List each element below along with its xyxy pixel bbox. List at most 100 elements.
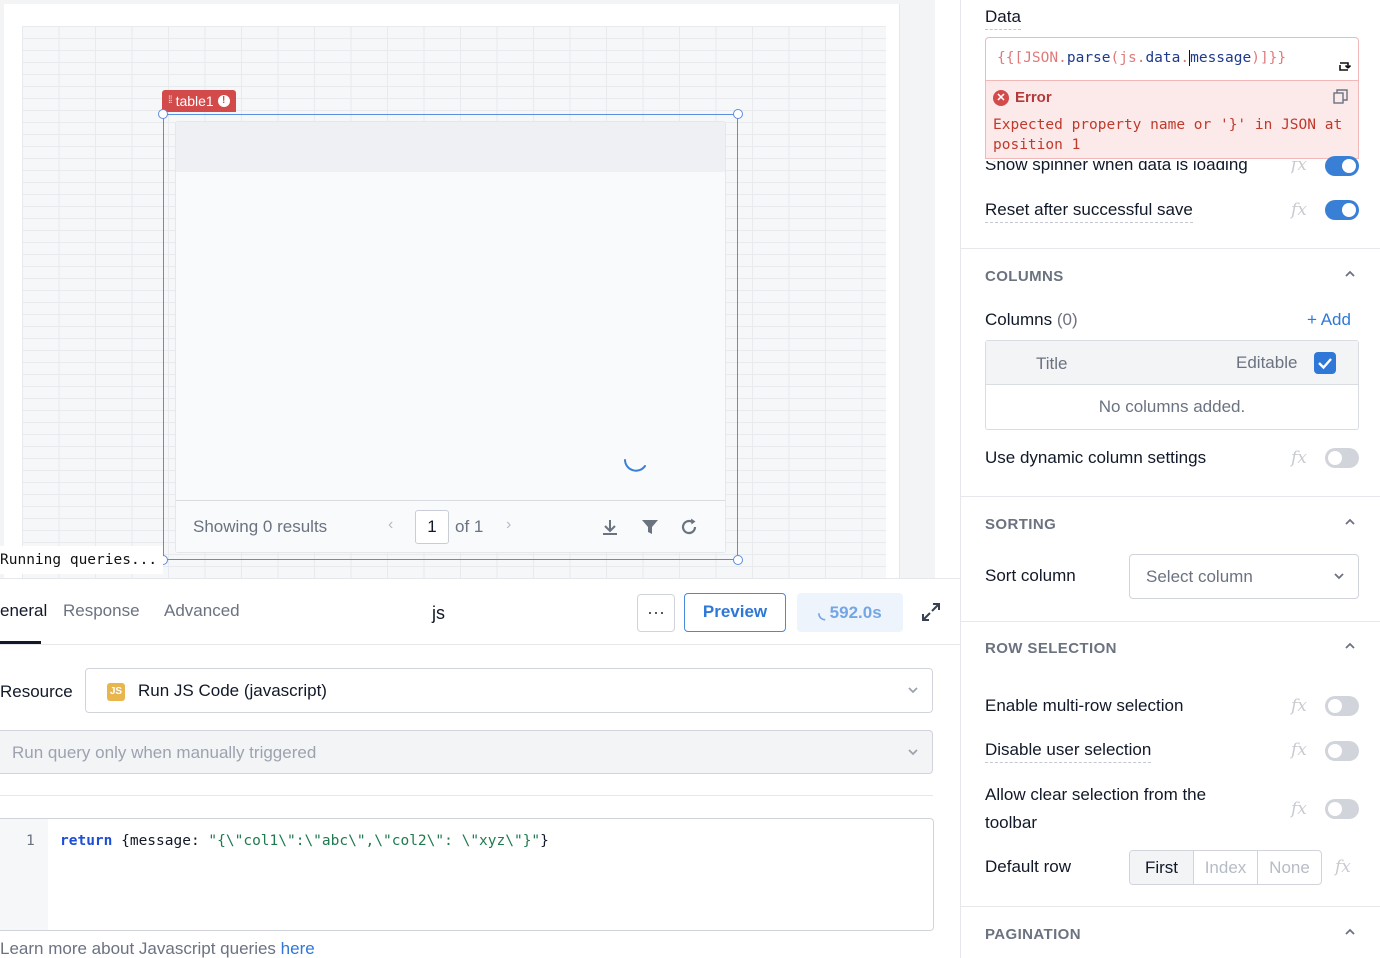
tab-response[interactable]: Response	[63, 601, 140, 621]
multi-row-toggle[interactable]	[1325, 696, 1359, 716]
pagination-section-title[interactable]: PAGINATION	[985, 926, 1081, 943]
dynamic-columns-label: Use dynamic column settings	[985, 448, 1207, 467]
chevron-down-icon	[908, 687, 918, 694]
swap-mode-icon[interactable]	[1336, 58, 1352, 74]
page-number-input[interactable]: 1	[415, 510, 449, 544]
expand-icon[interactable]	[920, 601, 942, 623]
columns-count: (0)	[1056, 310, 1078, 329]
expr-part: parse	[1066, 50, 1111, 66]
expr-part: data	[1145, 50, 1181, 66]
sort-column-placeholder: Select column	[1146, 567, 1253, 586]
chevron-up-icon[interactable]	[1343, 639, 1357, 653]
reset-after-save-toggle[interactable]	[1325, 200, 1359, 220]
columns-table-header: Title Editable	[986, 341, 1358, 385]
show-spinner-toggle[interactable]	[1325, 156, 1359, 176]
code-line: return {message: "{\"col1\":\"abc\",\"co…	[60, 833, 549, 849]
trigger-mode-select[interactable]: Run query only when manually triggered	[0, 730, 933, 774]
code-string: "{\"col1\":\"abc\",\"col2\": \"xyz\"}"	[208, 833, 541, 849]
page-total: of 1	[455, 517, 484, 536]
fx-icon[interactable]: fx	[1291, 448, 1307, 468]
fx-icon[interactable]: fx	[1291, 200, 1307, 220]
resource-value: Run JS Code (javascript)	[138, 681, 327, 700]
download-icon[interactable]	[600, 517, 620, 537]
resize-handle-top-right[interactable]	[733, 109, 743, 119]
section-divider	[961, 621, 1380, 622]
learn-more-text: Learn more about Javascript queries here	[0, 939, 315, 958]
default-row-first[interactable]: First	[1130, 851, 1193, 884]
code-keyword: return	[60, 833, 113, 849]
resize-handle-top-left[interactable]	[158, 109, 168, 119]
disable-selection-label: Disable user selection	[985, 740, 1152, 763]
data-expression: {{[JSON.parse(js.data.message)]}}	[997, 50, 1286, 66]
error-header: ✕ Error	[993, 89, 1052, 106]
default-row-label: Default row	[985, 857, 1071, 876]
add-column-button[interactable]: + Add	[1307, 310, 1351, 330]
default-row-index[interactable]: Index	[1193, 851, 1257, 884]
table-widget[interactable]: Showing 0 results ‹ 1 of 1 ›	[175, 121, 726, 553]
line-number: 1	[26, 833, 35, 849]
tab-general[interactable]: eneral	[0, 601, 47, 621]
allow-clear-toggle[interactable]	[1325, 799, 1359, 819]
js-resource-icon: JS	[107, 683, 125, 701]
data-code-input[interactable]: {{[JSON.parse(js.data.message)]}}	[985, 37, 1359, 81]
section-divider	[961, 248, 1380, 249]
running-queries-status: Running queries...	[0, 546, 164, 574]
sorting-section-title[interactable]: SORTING	[985, 516, 1056, 533]
copy-icon[interactable]	[1333, 89, 1348, 104]
expr-part: .	[1180, 50, 1190, 66]
trigger-mode-value: Run query only when manually triggered	[12, 743, 317, 762]
code-editor[interactable]: 1 return {message: "{\"col1\":\"abc\",\"…	[0, 818, 934, 931]
columns-section-title[interactable]: COLUMNS	[985, 268, 1064, 285]
resize-handle-bottom-right[interactable]	[733, 555, 743, 565]
disable-selection-toggle[interactable]	[1325, 741, 1359, 761]
chevron-up-icon[interactable]	[1343, 925, 1357, 939]
learn-more-label: Learn more about Javascript queries	[0, 939, 281, 958]
widget-name-tag[interactable]: ⁞⁞ table1 !	[162, 90, 236, 112]
more-options-button[interactable]: ···	[637, 594, 675, 632]
editable-checkbox[interactable]	[1314, 352, 1336, 374]
chevron-up-icon[interactable]	[1343, 267, 1357, 281]
drag-grip-icon[interactable]: ⁞⁞	[168, 90, 172, 112]
fx-icon[interactable]: fx	[1335, 857, 1351, 877]
resource-select[interactable]: JS Run JS Code (javascript)	[85, 668, 933, 713]
sort-column-label: Sort column	[985, 566, 1076, 585]
widget-name: table1	[175, 93, 214, 109]
learn-more-link[interactable]: here	[281, 939, 315, 958]
sort-column-select[interactable]: Select column	[1129, 554, 1359, 599]
canvas-area: ⁞⁞ table1 ! Showing 0 results ‹ 1 of 1 ›	[0, 0, 935, 582]
next-page-button[interactable]: ›	[506, 516, 511, 534]
query-tabs-bar: eneral Response Advanced js ··· Preview …	[0, 579, 960, 645]
expr-part: .	[1058, 50, 1067, 66]
query-name[interactable]: js	[432, 603, 445, 624]
fx-icon[interactable]: fx	[1291, 740, 1307, 760]
run-button[interactable]: ◟ 592.0s	[797, 593, 903, 632]
chevron-down-icon	[908, 749, 918, 756]
fx-icon[interactable]: fx	[1291, 799, 1307, 819]
divider	[0, 795, 933, 796]
error-popover: ✕ Error Expected property name or '}' in…	[985, 81, 1359, 159]
code-object-open: {message:	[112, 833, 209, 849]
allow-clear-label-line2: toolbar	[985, 813, 1037, 832]
prev-page-button[interactable]: ‹	[388, 516, 393, 534]
filter-icon[interactable]	[640, 517, 660, 537]
dynamic-columns-toggle[interactable]	[1325, 448, 1359, 468]
table-footer: Showing 0 results ‹ 1 of 1 ›	[176, 500, 725, 552]
table-header	[176, 122, 725, 172]
run-elapsed-time: 592.0s	[829, 603, 882, 622]
fx-icon[interactable]: fx	[1291, 696, 1307, 716]
widget-error-icon: !	[217, 95, 230, 107]
query-editor: eneral Response Advanced js ··· Preview …	[0, 578, 960, 958]
row-selection-section-title[interactable]: ROW SELECTION	[985, 640, 1117, 657]
loading-spinner-icon	[624, 459, 646, 472]
expr-part: js	[1119, 50, 1137, 66]
chevron-up-icon[interactable]	[1343, 515, 1357, 529]
tab-advanced[interactable]: Advanced	[164, 601, 240, 621]
expr-part: (	[1110, 50, 1120, 66]
default-row-none[interactable]: None	[1257, 851, 1321, 884]
multi-row-label: Enable multi-row selection	[985, 696, 1184, 715]
section-divider	[961, 906, 1380, 907]
preview-button[interactable]: Preview	[684, 593, 786, 632]
section-divider	[961, 496, 1380, 497]
refresh-icon[interactable]	[679, 517, 699, 537]
error-icon: ✕	[993, 89, 1009, 106]
